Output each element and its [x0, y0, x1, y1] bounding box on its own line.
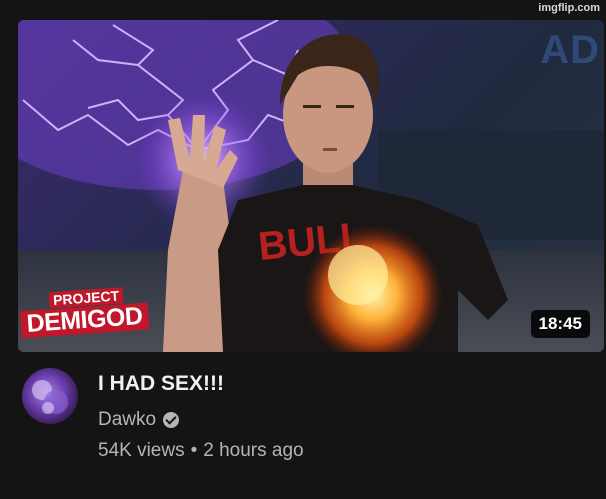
channel-avatar[interactable] [22, 368, 78, 424]
thumbnail-corner-text: AD [540, 28, 600, 72]
imgflip-watermark: imgflip.com [538, 2, 600, 14]
video-metadata: 54K views • 2 hours ago [98, 440, 304, 462]
video-thumbnail[interactable]: BULL AD PROJECT DEMIGOD 18:45 [18, 20, 604, 352]
upload-age: 2 hours ago [203, 440, 304, 461]
view-count: 54K views [98, 440, 185, 461]
avatar-artwork [32, 380, 68, 414]
video-title[interactable]: I HAD SEX!!! [98, 372, 224, 396]
separator-dot: • [190, 440, 198, 461]
channel-name-row[interactable]: Dawko [98, 409, 180, 431]
verified-badge-icon [163, 412, 180, 428]
channel-name[interactable]: Dawko [98, 409, 156, 431]
video-duration-badge: 18:45 [530, 310, 590, 338]
project-demigod-logo: PROJECT DEMIGOD [19, 286, 150, 339]
